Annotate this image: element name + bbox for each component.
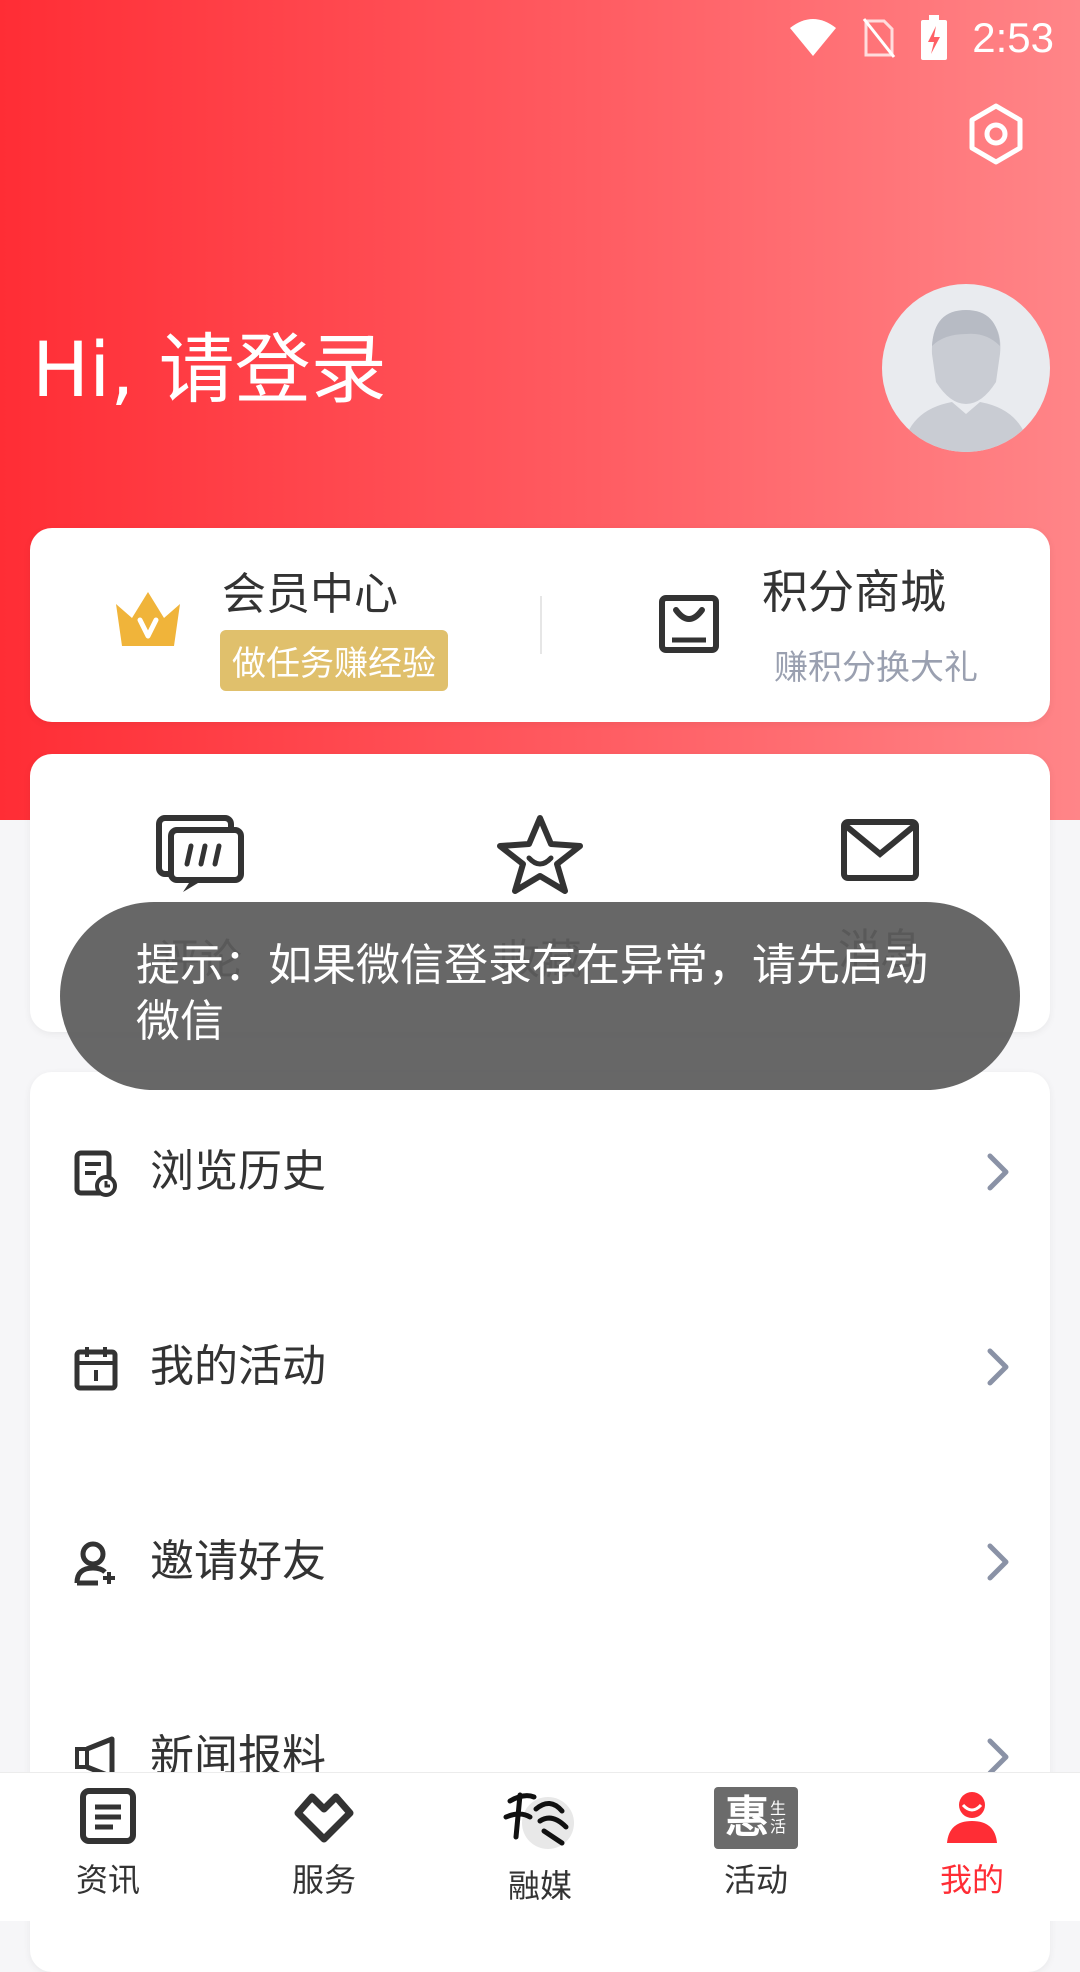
add-user-icon bbox=[74, 1541, 115, 1586]
menu-item-label: 邀请好友 bbox=[150, 1536, 326, 1587]
menu-item-label: 浏览历史 bbox=[150, 1146, 326, 1197]
status-time: 2:53 bbox=[972, 14, 1054, 61]
menu-item-browse-history[interactable]: 浏览历史 bbox=[30, 1102, 1050, 1242]
star-icon bbox=[497, 815, 583, 894]
news-icon bbox=[80, 1788, 136, 1844]
tab-media[interactable]: 融媒 bbox=[432, 1787, 648, 1907]
settings-button[interactable] bbox=[964, 102, 1028, 166]
default-avatar-icon bbox=[902, 310, 1030, 452]
crown-icon bbox=[116, 592, 180, 646]
tab-news[interactable]: 资讯 bbox=[0, 1787, 216, 1901]
tab-label: 活动 bbox=[723, 1861, 788, 1899]
comment-icon bbox=[156, 815, 244, 892]
member-task-badge: 做任务赚经验 bbox=[220, 630, 448, 691]
hui-life-logo-icon: 惠 生活 bbox=[714, 1787, 798, 1849]
member-center-button[interactable]: 会员中心 做任务赚经验 bbox=[30, 528, 540, 722]
points-mall-subtitle: 赚积分换大礼 bbox=[774, 648, 978, 688]
tab-service[interactable]: 服务 bbox=[216, 1787, 432, 1901]
wifi-icon bbox=[790, 19, 837, 56]
calendar-icon bbox=[74, 1347, 118, 1391]
menu-item-my-activities[interactable]: 我的活动 bbox=[30, 1297, 1050, 1437]
wechat-login-toast: 提示：如果微信登录存在异常，请先启动微信 bbox=[60, 902, 1020, 1090]
chevron-right-icon bbox=[987, 1543, 1009, 1581]
tab-label: 融媒 bbox=[507, 1867, 572, 1905]
chevron-right-icon bbox=[987, 1348, 1009, 1386]
tab-label: 服务 bbox=[291, 1861, 356, 1899]
avatar[interactable] bbox=[882, 284, 1050, 452]
no-sim-icon bbox=[863, 18, 896, 58]
history-icon bbox=[74, 1150, 117, 1197]
user-icon bbox=[947, 1792, 997, 1843]
menu-item-invite-friends[interactable]: 邀请好友 bbox=[30, 1492, 1050, 1632]
status-bar: 2:53 bbox=[0, 0, 1080, 76]
settings-hexagon-icon bbox=[969, 103, 1023, 165]
chevron-right-icon bbox=[987, 1153, 1009, 1191]
tab-label: 资讯 bbox=[75, 1861, 140, 1899]
service-heart-icon bbox=[294, 1793, 354, 1843]
bottom-tab-bar: 资讯 服务 融媒 惠 生活 活动 我的 bbox=[0, 1772, 1080, 1921]
points-mall-button[interactable]: 积分商城 赚积分换大礼 bbox=[540, 528, 1050, 722]
tab-label: 我的 bbox=[939, 1861, 1004, 1899]
member-card: 会员中心 做任务赚经验 积分商城 赚积分换大礼 bbox=[30, 528, 1050, 722]
member-center-title: 会员中心 bbox=[222, 569, 398, 620]
calligraphy-logo-icon bbox=[503, 1792, 574, 1849]
login-greeting[interactable]: Hi, 请登录 bbox=[32, 325, 387, 415]
mail-icon bbox=[841, 819, 919, 881]
tab-mine[interactable]: 我的 bbox=[864, 1787, 1080, 1901]
chevron-right-icon bbox=[987, 1738, 1009, 1776]
points-mall-title: 积分商城 bbox=[762, 565, 946, 619]
tab-activity[interactable]: 惠 生活 活动 bbox=[648, 1787, 864, 1901]
menu-item-label: 我的活动 bbox=[150, 1341, 326, 1392]
battery-charging-icon bbox=[921, 15, 948, 60]
shopping-bag-icon bbox=[659, 595, 719, 653]
